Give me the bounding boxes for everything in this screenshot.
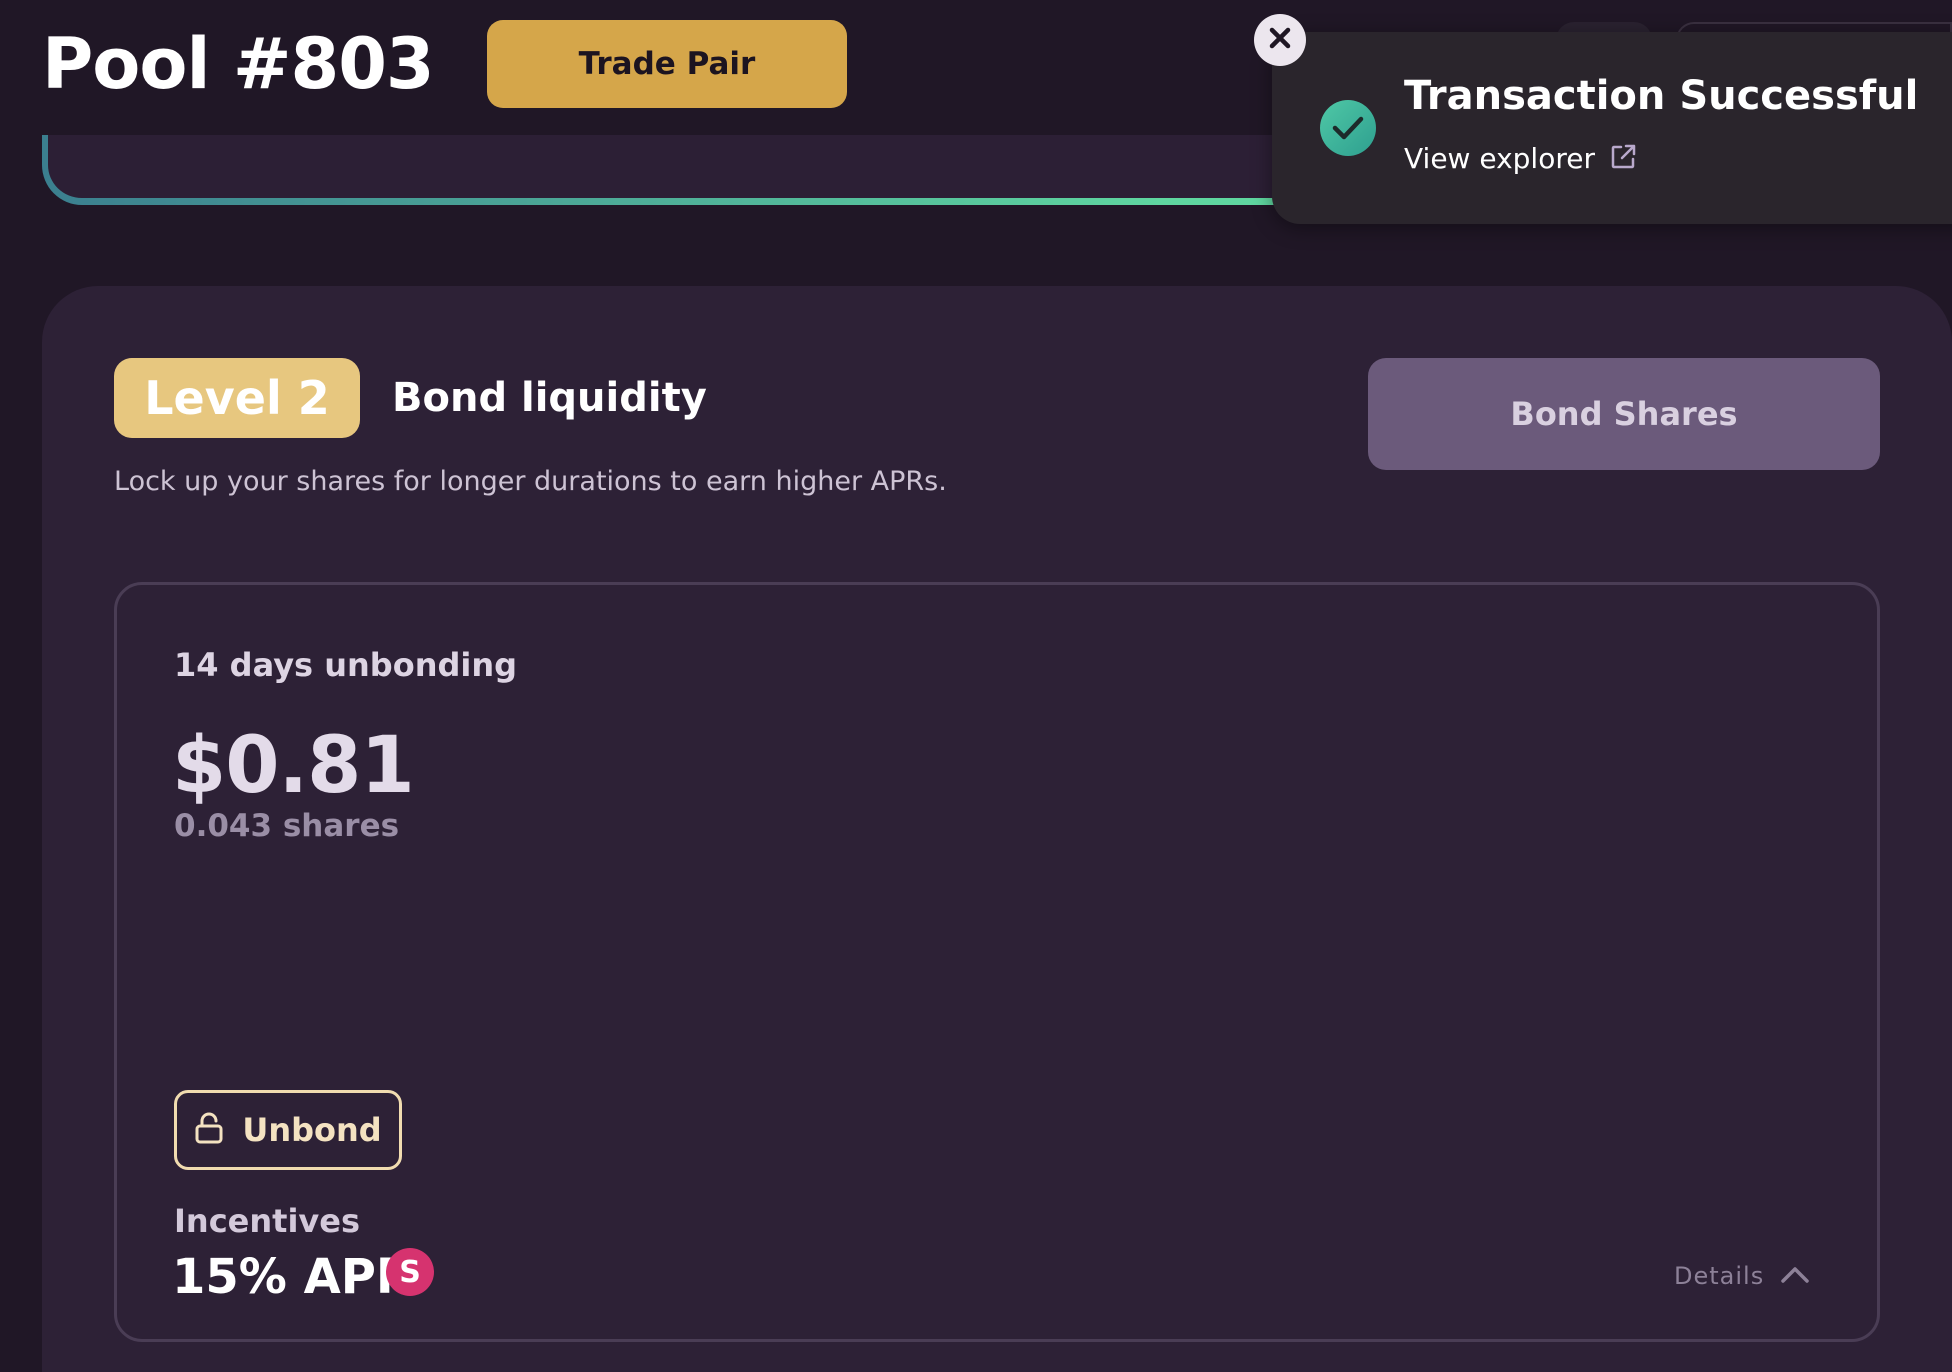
bond-description: Lock up your shares for longer durations… [114,466,947,497]
bonded-shares-value: 0.043 shares [174,808,400,844]
unbonding-duration-label: 14 days unbonding [174,646,518,684]
check-circle-icon [1320,100,1376,156]
bond-duration-card [114,582,1880,1342]
unbond-button[interactable]: Unbond [174,1090,402,1170]
incentive-token-icon: S [386,1248,434,1296]
level-badge: Level 2 [114,358,360,438]
incentives-label: Incentives [174,1202,361,1240]
details-toggle[interactable]: Details [1674,1262,1810,1290]
unbond-button-label: Unbond [242,1111,382,1149]
view-explorer-label: View explorer [1404,142,1595,175]
chevron-up-icon [1780,1264,1810,1288]
toast-title: Transaction Successful [1404,73,1919,119]
bond-shares-button[interactable]: Bond Shares [1368,358,1880,470]
bond-liquidity-heading: Bond liquidity [392,375,707,421]
close-icon [1267,25,1293,55]
unlock-icon [194,1112,224,1148]
close-toast-button[interactable] [1254,14,1306,66]
apr-value: 15% APR [172,1249,413,1305]
external-link-icon [1609,143,1637,175]
bonded-usd-value: $0.81 [172,721,415,811]
view-explorer-link[interactable]: View explorer [1404,142,1637,175]
page-title: Pool #803 [42,23,435,105]
trade-pair-button[interactable]: Trade Pair [487,20,847,108]
pool-page: Pool #803 Trade Pair Level 2 Bond liquid… [0,0,1952,1372]
details-label: Details [1674,1262,1765,1290]
